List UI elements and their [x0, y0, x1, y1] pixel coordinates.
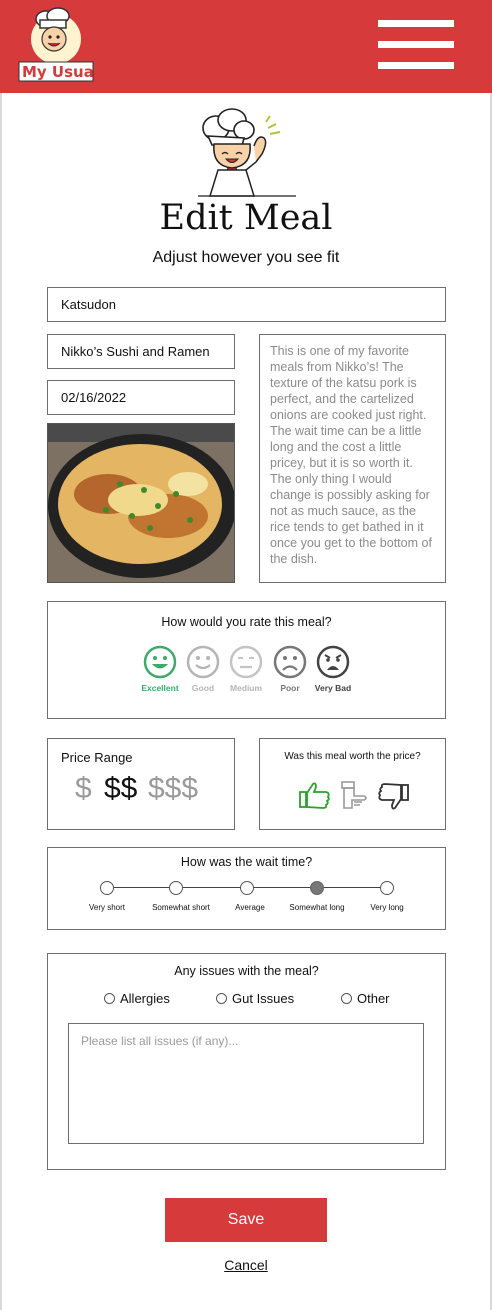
price-option-low[interactable]: $	[75, 772, 92, 806]
meal-notes-text: This is one of my favorite meals from Ni…	[270, 344, 432, 566]
issues-textarea[interactable]: Please list all issues (if any)...	[68, 1023, 424, 1144]
issues-placeholder: Please list all issues (if any)...	[81, 1034, 239, 1048]
issue-label: Other	[357, 991, 390, 1006]
medium-face-icon	[229, 645, 263, 679]
neutral-hand-icon[interactable]	[338, 780, 372, 817]
thumbs-up-icon[interactable]	[298, 780, 332, 815]
radio-icon	[104, 993, 115, 1004]
wait-option-very-short[interactable]	[100, 881, 114, 895]
issue-label: Gut Issues	[232, 991, 295, 1006]
wait-time-question: How was the wait time?	[180, 855, 313, 869]
issue-option-gut-issues[interactable]: Gut Issues	[216, 991, 294, 1006]
wait-option-somewhat-short[interactable]	[169, 881, 183, 895]
wait-label: Very long	[370, 903, 404, 912]
wait-option-somewhat-long[interactable]	[310, 881, 324, 895]
date-input[interactable]: 02/16/2022	[47, 380, 235, 415]
very-bad-face-icon	[316, 645, 350, 679]
cancel-link[interactable]: Cancel	[196, 1257, 296, 1273]
issue-label: Allergies	[120, 991, 170, 1006]
rating-very-bad[interactable]: Very Bad	[303, 645, 363, 693]
page-subtitle: Adjust however you see fit	[152, 249, 340, 266]
price-range-label: Price Range	[61, 750, 133, 765]
radio-icon	[341, 993, 352, 1004]
rating-question: How would you rate this meal?	[161, 615, 332, 629]
excellent-face-icon	[143, 645, 177, 679]
date-value: 02/16/2022	[61, 390, 127, 405]
worth-question: Was this meal worth the price?	[284, 751, 421, 762]
logo-wordmark: My Usual	[22, 63, 94, 81]
poor-face-icon	[273, 645, 307, 679]
rating-label: Very Bad	[314, 683, 352, 693]
meal-name-input[interactable]: Katsudon	[47, 287, 446, 322]
hamburger-menu-icon[interactable]	[378, 20, 454, 70]
restaurant-input[interactable]: Nikko’s Sushi and Ramen	[47, 334, 235, 369]
issue-option-other[interactable]: Other	[341, 991, 390, 1006]
meal-photo[interactable]	[47, 423, 235, 583]
app-logo[interactable]: My Usual	[18, 6, 99, 82]
chef-illustration	[192, 106, 302, 198]
thumbs-down-icon[interactable]	[376, 782, 410, 817]
price-option-medium[interactable]: $$	[104, 772, 137, 806]
save-button[interactable]: Save	[165, 1198, 327, 1242]
price-option-high[interactable]: $$$	[148, 772, 198, 806]
page-title: Edit Meal	[159, 198, 333, 238]
restaurant-value: Nikko’s Sushi and Ramen	[61, 344, 210, 359]
meal-name-value: Katsudon	[61, 297, 116, 312]
issues-question: Any issues with the meal?	[174, 964, 319, 978]
radio-icon	[216, 993, 227, 1004]
wait-option-average[interactable]	[240, 881, 254, 895]
good-face-icon	[186, 645, 220, 679]
meal-notes-textarea[interactable]: This is one of my favorite meals from Ni…	[259, 334, 446, 583]
wait-option-very-long[interactable]	[380, 881, 394, 895]
issue-option-allergies[interactable]: Allergies	[104, 991, 170, 1006]
